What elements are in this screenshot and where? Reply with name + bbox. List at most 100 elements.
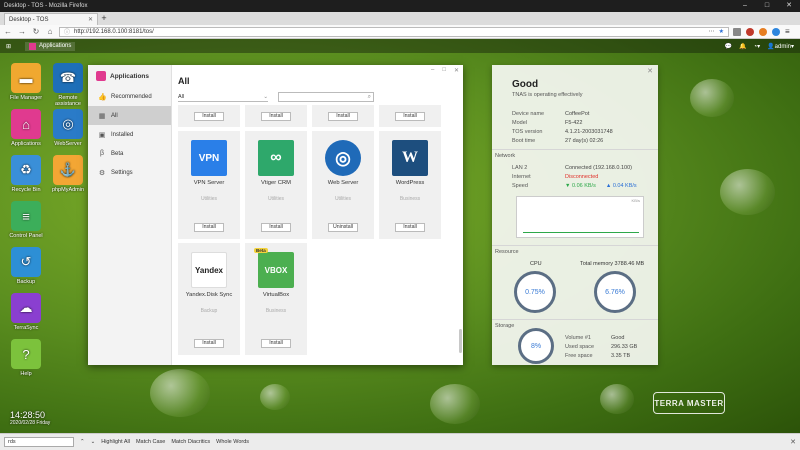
notification-bell-icon[interactable]: 🔔 (739, 43, 746, 50)
new-tab-button[interactable]: + (98, 13, 110, 25)
desktop-icon-label: TerraSync (13, 325, 39, 331)
status-title: Good (512, 79, 539, 90)
forward-icon[interactable]: → (17, 27, 27, 36)
sidebar-item-recommended[interactable]: 👍 Recommended (88, 87, 171, 106)
water-drop-decoration (720, 169, 775, 215)
extension-red-icon[interactable] (746, 27, 754, 36)
network-section-label: Network (495, 153, 516, 159)
info-value: 27 day(s) 02:26 (565, 138, 604, 144)
tos-taskbar: ⊞ Applications 💬 🔔 ◔▾ 👤admin▾ (0, 39, 800, 53)
install-button[interactable]: Install (194, 223, 224, 232)
install-button[interactable]: Install (395, 223, 425, 232)
menu-icon[interactable]: ≡ (785, 27, 793, 36)
desktop-icon-help[interactable]: ? Help (4, 339, 48, 377)
extension-blue-icon[interactable] (772, 27, 780, 36)
info-row: Device name CoffeePot (512, 111, 589, 117)
url-bar[interactable]: ⓘ http://192.168.0.100:8181/tos/ ⋯ ★ (59, 26, 729, 37)
back-icon[interactable]: ← (3, 27, 13, 36)
browser-tab[interactable]: Desktop - TOS ✕ (4, 13, 98, 25)
uninstall-button[interactable]: Uninstall (328, 223, 358, 232)
control-panel-icon: ≡ (11, 201, 41, 231)
desktop-icon-label: phpMyAdmin (51, 187, 85, 193)
toolbar-extensions: ≡ (733, 27, 797, 36)
taskbar-applications-button[interactable]: Applications (25, 41, 76, 51)
info-icon[interactable]: ⓘ (64, 27, 70, 36)
applications-logo-icon (96, 71, 106, 81)
desktop-icon-recycle-bin[interactable]: ♻ Recycle Bin (4, 155, 48, 193)
storage-section-label: Storage (495, 323, 515, 329)
desktop-icon-file-manager[interactable]: ▬ File Manager (4, 63, 48, 101)
match-case-button[interactable]: Match Case (136, 439, 165, 445)
chat-icon[interactable]: 💬 (725, 43, 732, 50)
sidebar-item-all[interactable]: ▦ All (88, 106, 171, 125)
info-row: TOS version 4.1.21-2003031748 (512, 129, 613, 135)
install-button[interactable]: Install (261, 223, 291, 232)
desktop-icon-phpmyadmin[interactable]: ⚓ phpMyAdmin (46, 155, 90, 193)
maximize-icon[interactable]: □ (756, 0, 778, 12)
sidebar-item-installed[interactable]: ▣ Installed (88, 125, 171, 144)
network-key: Speed (512, 183, 528, 189)
install-button[interactable]: Install (328, 112, 358, 121)
desktop-icon-terrasync[interactable]: ☁ TerraSync (4, 293, 48, 331)
desktop-icon-backup[interactable]: ↺ Backup (4, 247, 48, 285)
find-next-icon[interactable]: ⌄ (91, 439, 96, 445)
search-icon[interactable]: ⌕ (368, 94, 371, 101)
category-filter-select[interactable]: All ⌄ (178, 93, 268, 102)
tab-title: Desktop - TOS (9, 16, 49, 23)
beta-badge: Beta (254, 248, 268, 253)
storage-key: Volume #1 (565, 335, 591, 341)
desktop-icon-remote-assistance[interactable]: ☎ Remote assistance (46, 63, 90, 107)
home-icon[interactable]: ⌂ (45, 27, 55, 36)
find-previous-icon[interactable]: ⌃ (80, 439, 85, 445)
sidebar-item-settings[interactable]: ⚙ Settings (88, 163, 171, 182)
app-category: Utilities (267, 196, 285, 202)
desktop-icon-webserver[interactable]: ◎ WebServer (46, 109, 90, 147)
find-input[interactable]: rds (4, 437, 74, 447)
box-icon: ▣ (98, 131, 106, 139)
window-controls: – □ ✕ (734, 0, 800, 12)
gear-icon: ⚙ (98, 169, 106, 177)
desktop-icon-control-panel[interactable]: ≡ Control Panel (4, 201, 48, 239)
install-button[interactable]: Install (194, 112, 224, 121)
bookmark-star-icon[interactable]: ★ (719, 28, 724, 35)
beta-icon: β (99, 150, 105, 157)
install-button[interactable]: Install (194, 339, 224, 348)
page-title: All (178, 76, 190, 86)
network-key: Internet (512, 174, 531, 180)
terramaster-logo: TERRA MASTER (653, 392, 725, 414)
network-row: LAN 2 Connected (192.168.0.100) (512, 165, 632, 171)
reload-icon[interactable]: ↻ (31, 27, 41, 36)
desktop-icon-label: Control Panel (9, 233, 43, 239)
page-actions-icon[interactable]: ⋯ (709, 28, 715, 35)
show-desktop-icon[interactable]: ⊞ (6, 43, 11, 50)
desktop-icon-applications[interactable]: ⌂ Applications (4, 109, 48, 147)
app-category: Utilities (334, 196, 352, 202)
close-find-icon[interactable]: ✕ (790, 438, 796, 446)
install-button[interactable]: Install (395, 112, 425, 121)
user-menu[interactable]: 👤admin▾ (767, 43, 794, 50)
taskbar-applications-label: Applications (39, 43, 72, 49)
install-button[interactable]: Install (261, 339, 291, 348)
app-card: Install (245, 105, 307, 127)
library-icon[interactable] (733, 27, 741, 36)
storage-value-text: 3.35 TB (611, 353, 631, 359)
scrollbar[interactable] (459, 329, 462, 353)
extension-orange-icon[interactable] (759, 27, 767, 36)
app-card: Install (379, 105, 441, 127)
sidebar-item-beta[interactable]: β Beta (88, 144, 171, 163)
storage-key: Used space (565, 344, 595, 350)
tab-close-icon[interactable]: ✕ (88, 16, 93, 23)
highlight-all-button[interactable]: Highlight All (101, 439, 130, 445)
close-icon[interactable]: ✕ (778, 0, 800, 12)
whole-words-button[interactable]: Whole Words (216, 439, 249, 445)
help-icon: ? (11, 339, 41, 369)
sidebar-item-label: All (111, 112, 118, 119)
app-search-input[interactable]: ⌕ (278, 92, 374, 102)
match-diacritics-button[interactable]: Match Diacritics (171, 439, 210, 445)
dashboard-icon[interactable]: ◔▾ (754, 43, 761, 50)
close-icon[interactable]: ✕ (647, 67, 653, 75)
install-button[interactable]: Install (261, 112, 291, 121)
download-speed: ▼ 0.06 KB/s (565, 183, 596, 189)
app-main: All All ⌄ ⌕ Install Install Install Inst… (172, 65, 463, 365)
minimize-icon[interactable]: – (734, 0, 756, 12)
